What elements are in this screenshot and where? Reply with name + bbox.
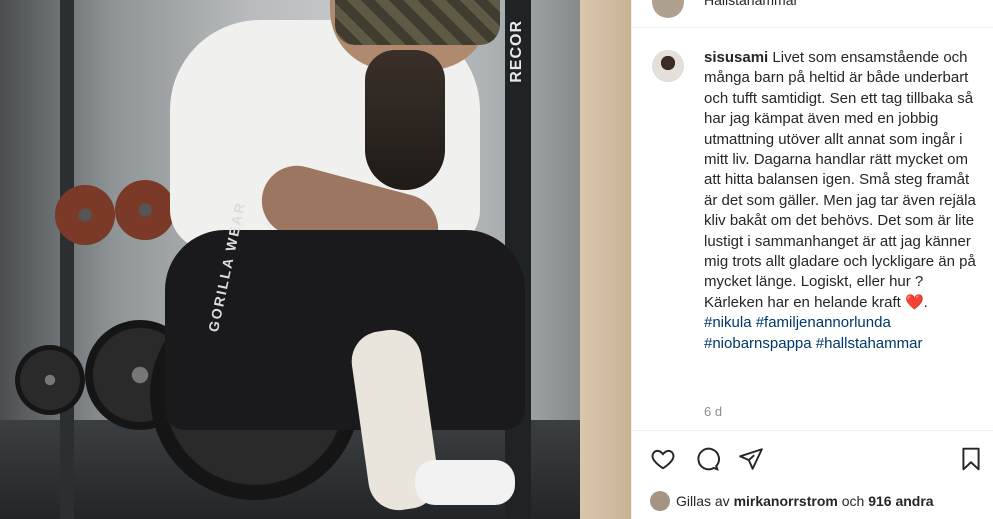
share-button[interactable] (737, 445, 765, 473)
like-button[interactable] (649, 445, 677, 473)
heart-icon (651, 449, 675, 470)
likes-prefix: Gillas av (676, 493, 730, 509)
comment-icon (697, 447, 720, 471)
header-avatar[interactable] (652, 0, 684, 18)
post-header: Hallstahammar (632, 0, 993, 28)
liker-avatar[interactable] (650, 491, 670, 511)
likes-count[interactable]: 916 andra (868, 493, 933, 509)
caption-avatar[interactable] (652, 50, 684, 82)
location-link[interactable]: Hallstahammar (704, 0, 798, 8)
hashtags-line-1[interactable]: #nikula #familjenannorlunda (704, 314, 891, 331)
comment-button[interactable] (693, 445, 721, 473)
save-button[interactable] (957, 445, 985, 473)
post-photo[interactable]: RECOR GORILLA WEAR (0, 0, 631, 519)
post-time[interactable]: 6 d (704, 404, 722, 419)
photo-plate (55, 185, 115, 245)
caption-username[interactable]: sisusami (704, 49, 768, 66)
photo-person-beard (365, 50, 445, 190)
photo-rack-left (60, 0, 74, 519)
share-icon (739, 448, 763, 470)
photo-person-cap (335, 0, 500, 45)
photo-plate (115, 180, 175, 240)
caption-end: . (923, 293, 928, 311)
liker-username[interactable]: mirkanorrstrom (734, 493, 838, 509)
heart-emoji: ❤️ (904, 293, 924, 311)
photo-wall (580, 0, 631, 519)
bookmark-icon (962, 447, 980, 471)
photo-shoe (415, 460, 515, 505)
hashtags-line-2[interactable]: #niobarnspappa #hallstahammar (704, 335, 922, 352)
photo-plate (15, 345, 85, 415)
caption-body: Livet som ensamstående och många barn på… (704, 49, 976, 311)
post-sidebar: Hallstahammar sisusami Livet som ensamst… (631, 0, 993, 519)
caption-text: sisusami Livet som ensamstående och mång… (704, 48, 984, 354)
likes-middle: och (841, 493, 865, 509)
rack-brand-text: RECOR (508, 20, 525, 83)
action-bar (632, 430, 993, 486)
likes-summary: Gillas av mirkanorrstrom och 916 andra (650, 491, 990, 511)
